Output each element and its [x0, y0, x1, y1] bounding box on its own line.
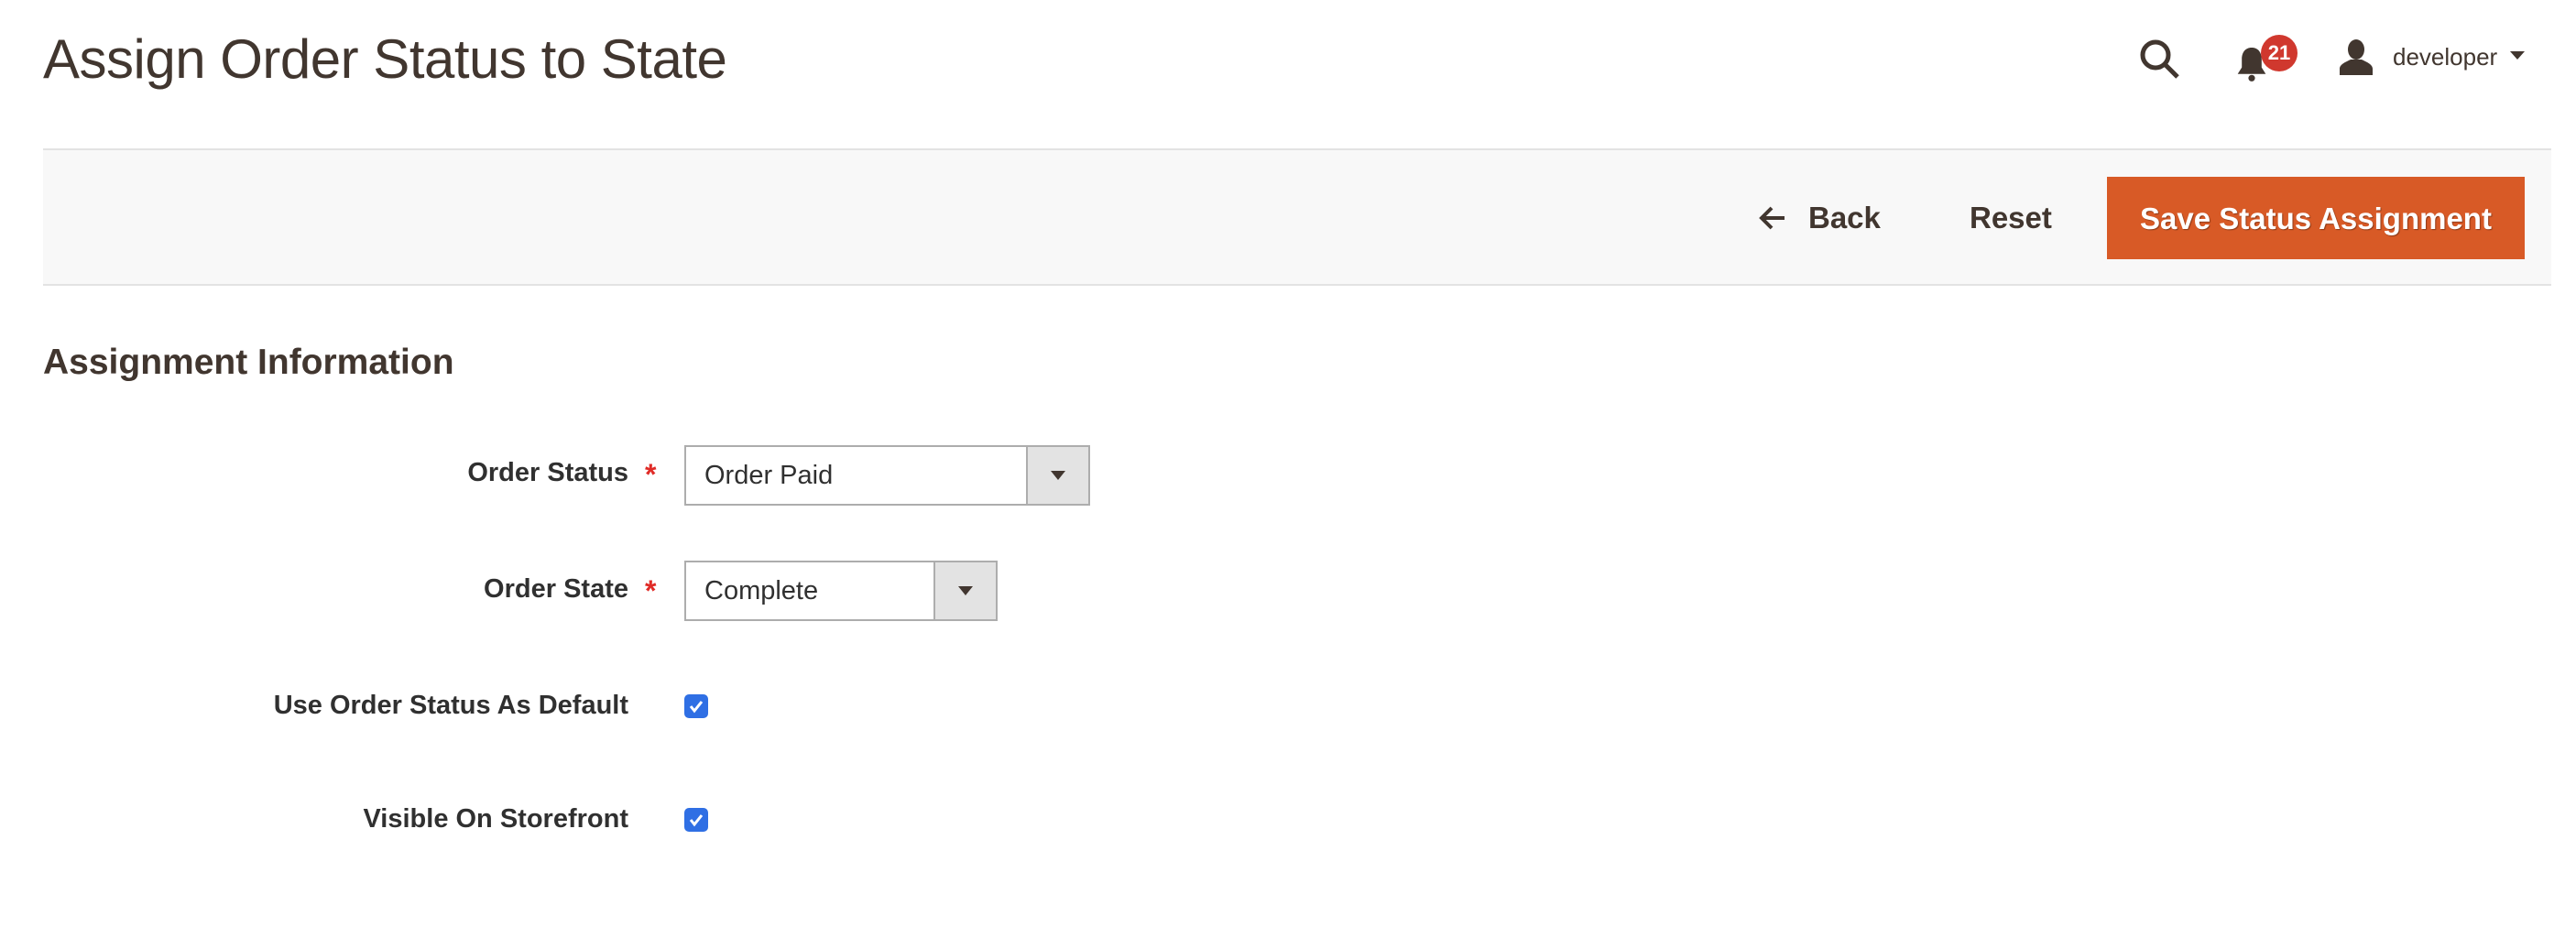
order-status-select[interactable]: Order Paid: [684, 445, 1090, 506]
order-status-label: Order Status: [467, 458, 628, 487]
checkmark-icon: [689, 814, 704, 827]
dropdown-arrow-icon[interactable]: [933, 562, 996, 619]
page-title: Assign Order Status to State: [43, 28, 727, 90]
search-icon[interactable]: [2137, 37, 2181, 81]
notifications-button[interactable]: 21: [2235, 35, 2299, 84]
section-title: Assignment Information: [43, 343, 454, 382]
notifications-count-badge: 21: [2261, 35, 2298, 71]
order-status-value: Order Paid: [704, 460, 834, 490]
arrow-left-icon: [1759, 206, 1785, 230]
order-state-select[interactable]: Complete: [684, 561, 998, 621]
user-icon[interactable]: [2338, 38, 2374, 75]
order-state-value: Complete: [704, 575, 819, 605]
visible-on-storefront-label: Visible On Storefront: [363, 804, 628, 834]
visible-on-storefront-checkbox[interactable]: [684, 808, 708, 832]
required-asterisk: *: [645, 574, 657, 607]
order-state-label: Order State: [484, 574, 628, 604]
user-name[interactable]: developer: [2393, 38, 2497, 75]
use-as-default-label: Use Order Status As Default: [273, 691, 628, 720]
required-asterisk: *: [645, 458, 657, 491]
caret-down-icon[interactable]: [2510, 51, 2525, 60]
back-button[interactable]: Back: [1757, 183, 1881, 253]
save-status-assignment-button[interactable]: Save Status Assignment: [2107, 177, 2525, 259]
checkmark-icon: [689, 701, 704, 714]
reset-button[interactable]: Reset: [1970, 183, 2052, 253]
use-as-default-checkbox[interactable]: [684, 694, 708, 718]
back-button-label: Back: [1808, 201, 1881, 234]
dropdown-arrow-icon[interactable]: [1026, 447, 1088, 504]
